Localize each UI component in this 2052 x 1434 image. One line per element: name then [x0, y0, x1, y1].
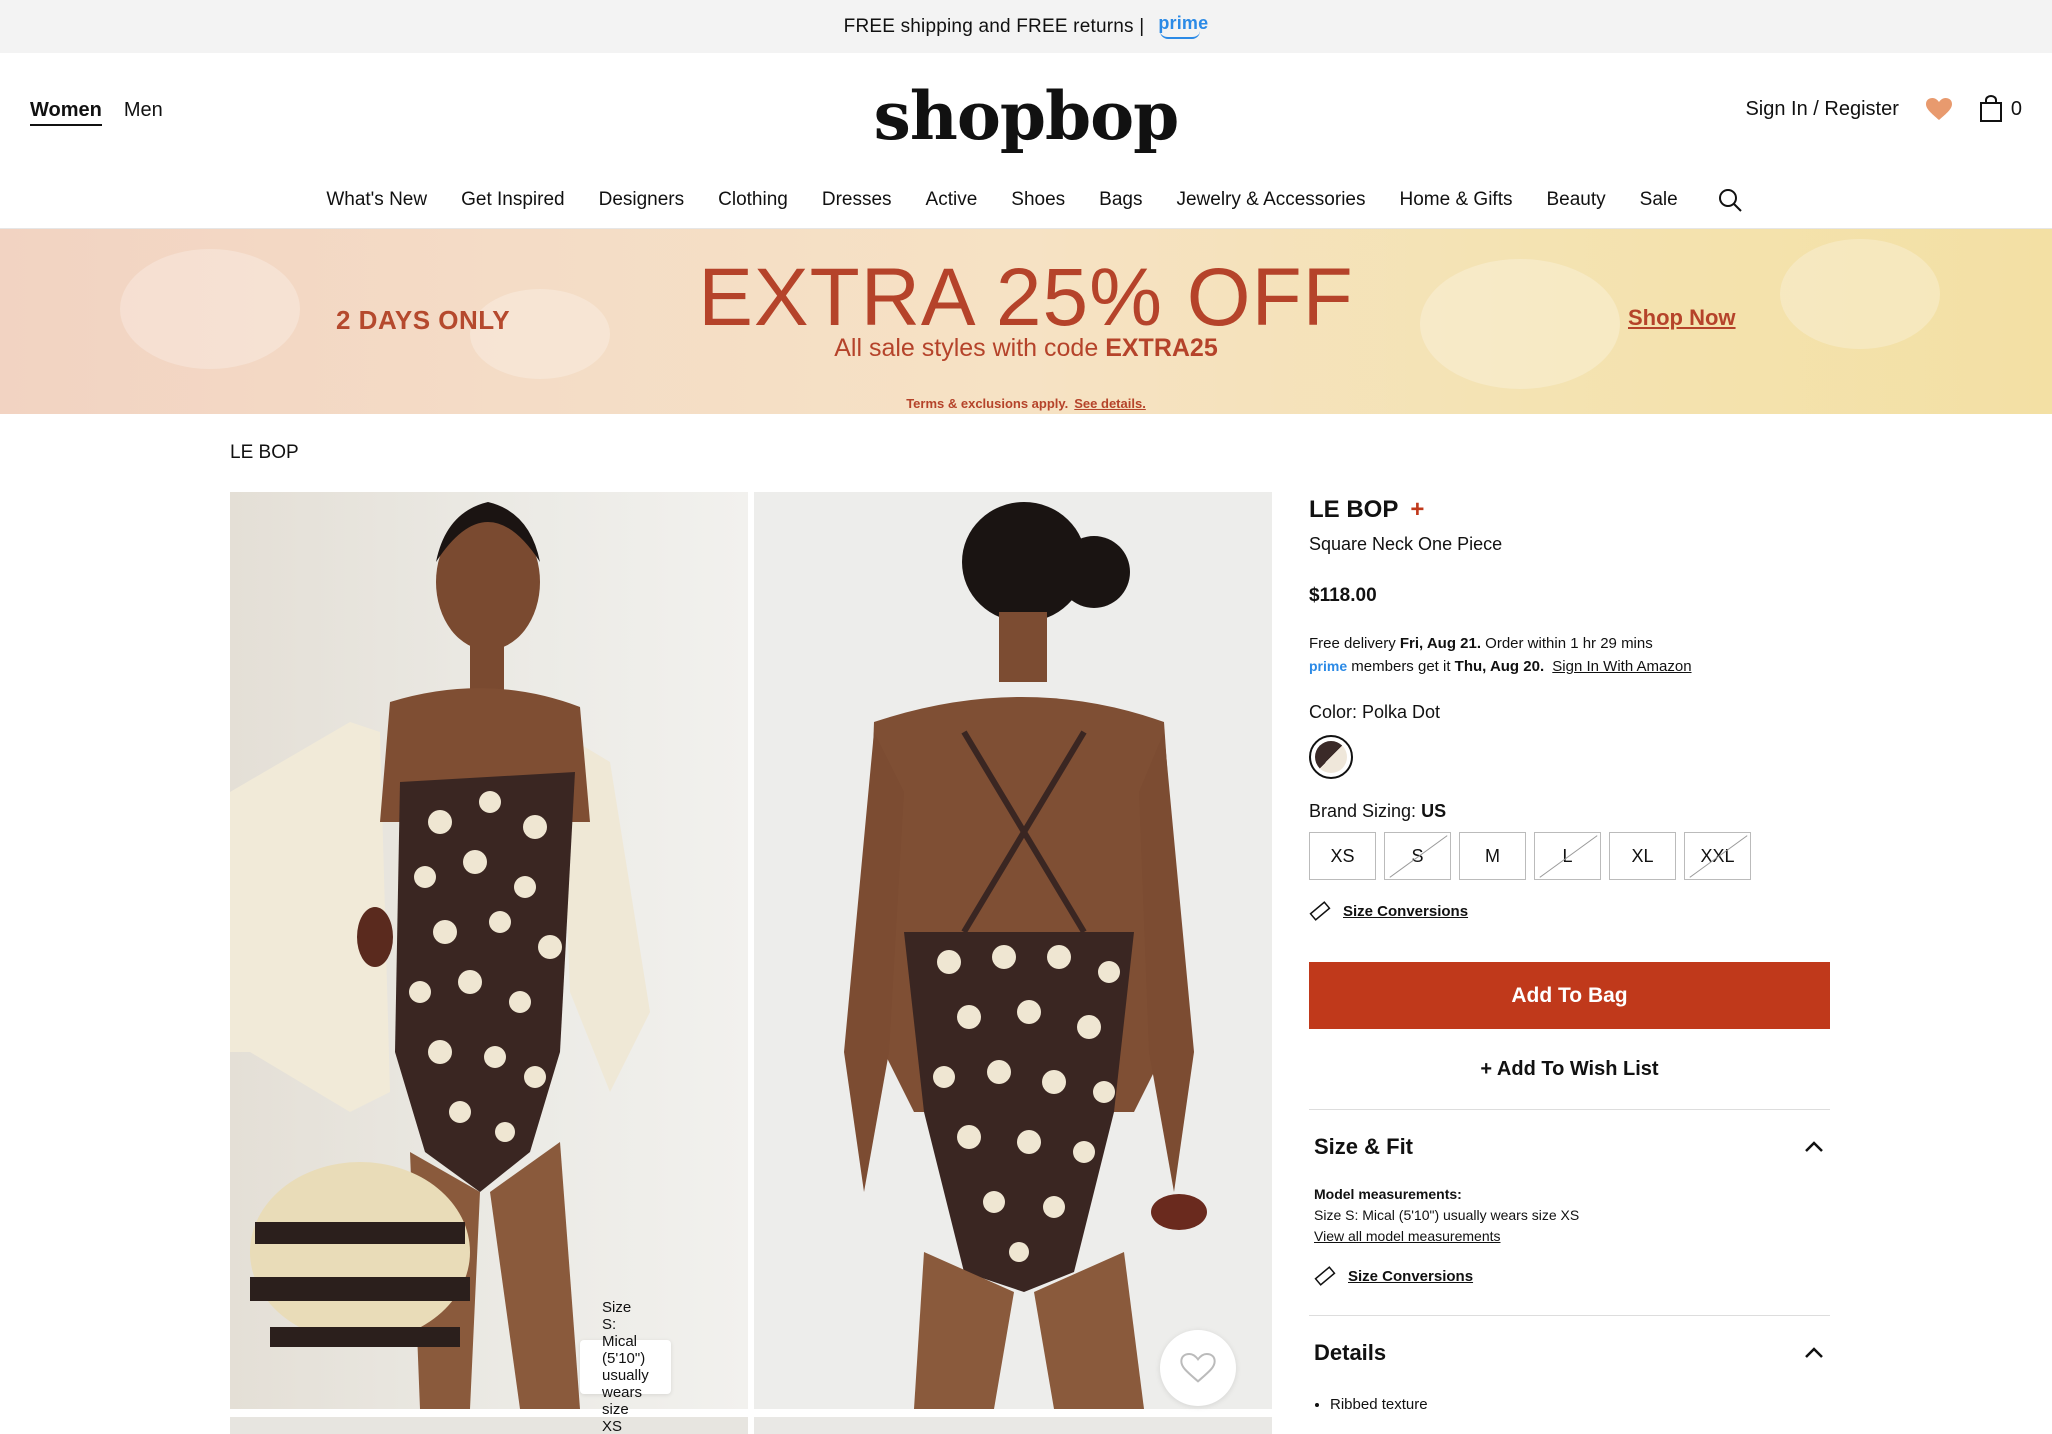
color-swatch-polka-dot[interactable] [1309, 735, 1353, 779]
details-section: Details Ribbed texture [1309, 1315, 1830, 1413]
brand-sizing-label: Brand Sizing: US [1309, 801, 1447, 821]
brand-name[interactable]: LE BOP [1309, 496, 1398, 524]
nav-active[interactable]: Active [926, 189, 978, 211]
image-favorite-button[interactable] [1160, 1330, 1236, 1406]
nav-jewelry-accessories[interactable]: Jewelry & Accessories [1176, 189, 1365, 211]
sign-in-amazon-link[interactable]: Sign In With Amazon [1552, 658, 1691, 675]
ruler-icon [1309, 901, 1331, 921]
details-list: Ribbed texture [1309, 1366, 1830, 1413]
front-model-illustration [230, 502, 650, 1409]
nav-beauty[interactable]: Beauty [1546, 189, 1605, 211]
product-image-front[interactable] [230, 492, 748, 1409]
bag-count: 0 [2010, 97, 2022, 120]
size-option-l[interactable]: L [1534, 832, 1601, 880]
nav-shoes[interactable]: Shoes [1011, 189, 1065, 211]
size-option-xs[interactable]: XS [1309, 832, 1376, 880]
product-image-4[interactable] [754, 1417, 1272, 1434]
details-item: Ribbed texture [1330, 1396, 1830, 1413]
model-measurements-heading: Model measurements: [1314, 1186, 1462, 1202]
back-model-illustration [844, 502, 1207, 1409]
size-fit-header[interactable]: Size & Fit [1309, 1110, 1830, 1160]
shipping-banner: FREE shipping and FREE returns | prime [0, 0, 2052, 53]
size-option-xl[interactable]: XL [1609, 832, 1676, 880]
follow-brand-button[interactable]: + [1410, 496, 1424, 524]
nav-dresses[interactable]: Dresses [822, 189, 892, 211]
prime-logo: prime [1158, 13, 1208, 39]
sign-in-link[interactable]: Sign In / Register [1745, 98, 1898, 121]
size-fit-section: Size & Fit Model measurements: Size S: M… [1309, 1109, 1830, 1287]
see-details-link[interactable]: See details. [1074, 396, 1146, 411]
size-system: US [1421, 801, 1447, 821]
size-selector: XS S M L XL XXL [1309, 832, 1830, 880]
site-header: Women Men shopbop Sign In / Register 0 [0, 53, 2052, 171]
promo-banner[interactable]: 2 DAYS ONLY EXTRA 25% OFF All sale style… [0, 229, 2052, 414]
nav-get-inspired[interactable]: Get Inspired [461, 189, 565, 211]
account-area: Sign In / Register 0 [1745, 95, 2022, 123]
nav-whats-new[interactable]: What's New [326, 189, 427, 211]
chevron-up-icon [1805, 1347, 1823, 1358]
product-name: Square Neck One Piece [1309, 534, 1503, 554]
size-conversions-link-2[interactable]: Size Conversions [1314, 1265, 1825, 1287]
product-price: $118.00 [1309, 585, 1377, 606]
shopping-bag-button[interactable]: 0 [1979, 95, 2022, 123]
category-nav: What's New Get Inspired Designers Clothi… [0, 171, 2052, 229]
size-fit-title: Size & Fit [1314, 1134, 1414, 1159]
chevron-up-icon [1805, 1141, 1823, 1152]
shipping-text: FREE shipping and FREE returns | [843, 15, 1145, 37]
shopping-bag-icon [1979, 95, 2002, 122]
product-image-3[interactable] [230, 1417, 748, 1434]
shop-now-link[interactable]: Shop Now [1628, 305, 1736, 331]
delivery-info: Free delivery Fri, Aug 21. Order within … [1309, 635, 1692, 675]
nav-home-gifts[interactable]: Home & Gifts [1400, 189, 1513, 211]
nav-clothing[interactable]: Clothing [718, 189, 788, 211]
product-detail-panel: LE BOP + Square Neck One Piece $118.00 F… [1309, 492, 1830, 1413]
heart-icon[interactable] [1925, 97, 1953, 121]
search-icon[interactable] [1717, 187, 1743, 213]
product-image-back[interactable] [754, 492, 1272, 1409]
view-all-measurements-link[interactable]: View all model measurements [1314, 1226, 1501, 1247]
nav-bags[interactable]: Bags [1099, 189, 1142, 211]
add-to-bag-button[interactable]: Add To Bag [1309, 962, 1830, 1029]
model-size-line: Size S: Mical (5'10") usually wears size… [1314, 1207, 1580, 1223]
color-label: Color: Polka Dot [1309, 702, 1441, 722]
size-fit-body: Model measurements: Size S: Mical (5'10"… [1309, 1160, 1830, 1287]
size-option-s[interactable]: S [1384, 832, 1451, 880]
model-size-tooltip: Size S: Mical (5'10") usually wears size… [580, 1299, 671, 1434]
promo-terms: Terms & exclusions apply. See details. [906, 396, 1146, 411]
add-to-wish-list-button[interactable]: + Add To Wish List [1309, 1058, 1830, 1081]
promo-subtitle: All sale styles with code EXTRA25 [834, 334, 1218, 362]
details-title: Details [1314, 1340, 1387, 1365]
prime-small-logo: prime [1309, 658, 1348, 674]
brand-row: LE BOP + [1309, 496, 1830, 524]
heart-outline-icon [1180, 1352, 1216, 1383]
size-option-m[interactable]: M [1459, 832, 1526, 880]
nav-sale[interactable]: Sale [1640, 189, 1678, 211]
ruler-icon [1314, 1266, 1336, 1286]
breadcrumb[interactable]: LE BOP [230, 442, 299, 464]
size-option-xxl[interactable]: XXL [1684, 832, 1751, 880]
nav-designers[interactable]: Designers [599, 189, 685, 211]
details-header[interactable]: Details [1309, 1316, 1830, 1366]
promo-code: EXTRA25 [1105, 334, 1218, 362]
shopbop-logo[interactable]: shopbop [0, 77, 2052, 155]
promo-headline: EXTRA 25% OFF [698, 252, 1354, 343]
size-conversions-link[interactable]: Size Conversions [1309, 900, 1830, 922]
